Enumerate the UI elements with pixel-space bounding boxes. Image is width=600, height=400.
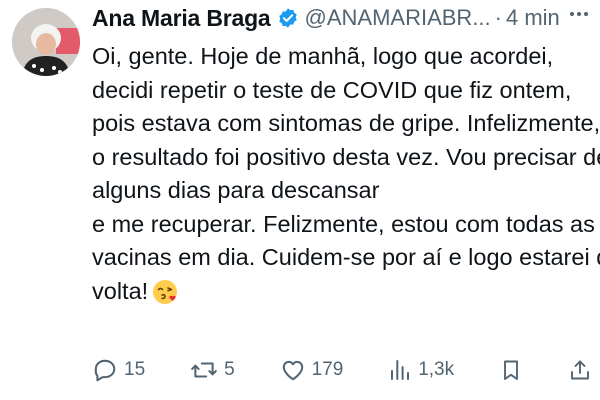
views-button[interactable]: 1,3k <box>388 357 454 383</box>
tweet-text-line: o resultado foi positivo desta vez. Vou … <box>92 143 600 170</box>
tweet-text-line: e me recuperar. Felizmente, estou com to… <box>92 210 595 237</box>
views-count: 1,3k <box>418 359 455 380</box>
like-count: 179 <box>311 359 344 380</box>
tweet-text-line: volta! <box>92 277 149 304</box>
reply-icon <box>92 357 118 383</box>
tweet: Ana Maria Braga @ANAMARIABR... · 4 min O… <box>0 0 600 400</box>
retweet-button[interactable]: 5 <box>190 357 235 383</box>
tweet-text-line: vacinas em dia. Cuidem-se por aí e logo … <box>92 244 600 270</box>
action-bar: 15 5 179 1,3k <box>92 352 592 388</box>
bookmark-button[interactable] <box>499 357 523 383</box>
like-button[interactable]: 179 <box>280 357 344 383</box>
reply-button[interactable]: 15 <box>92 357 145 383</box>
tweet-text-line: alguns dias para descansar <box>92 177 380 203</box>
more-icon[interactable] <box>564 0 594 28</box>
tweet-text-line: Oi, gente. Hoje de manhã, logo que acord… <box>92 43 554 69</box>
author-name[interactable]: Ana Maria Braga <box>92 5 271 32</box>
tweet-text-last-line: volta! <box>92 275 592 309</box>
heart-icon <box>280 357 306 383</box>
retweet-icon <box>190 357 218 383</box>
tweet-text-line: decidi repetir o teste de COVID que fiz … <box>92 76 572 103</box>
tweet-header: Ana Maria Braga @ANAMARIABR... · 4 min <box>92 4 584 32</box>
retweet-count: 5 <box>224 359 235 380</box>
share-icon <box>568 357 592 383</box>
bookmark-icon <box>499 357 523 383</box>
views-icon <box>388 357 412 383</box>
face-blowing-kiss-emoji-icon <box>152 279 178 305</box>
timestamp[interactable]: 4 min <box>506 5 560 31</box>
tweet-text-line: pois estava com sintomas de gripe. Infel… <box>92 110 600 136</box>
tweet-text: Oi, gente. Hoje de manhã, logo que acord… <box>92 40 600 309</box>
avatar[interactable] <box>12 8 80 76</box>
reply-count: 15 <box>124 359 146 380</box>
verified-badge-icon <box>277 7 299 29</box>
author-handle[interactable]: @ANAMARIABR... <box>305 5 491 31</box>
separator-dot: · <box>494 5 502 30</box>
share-button[interactable] <box>568 357 592 383</box>
